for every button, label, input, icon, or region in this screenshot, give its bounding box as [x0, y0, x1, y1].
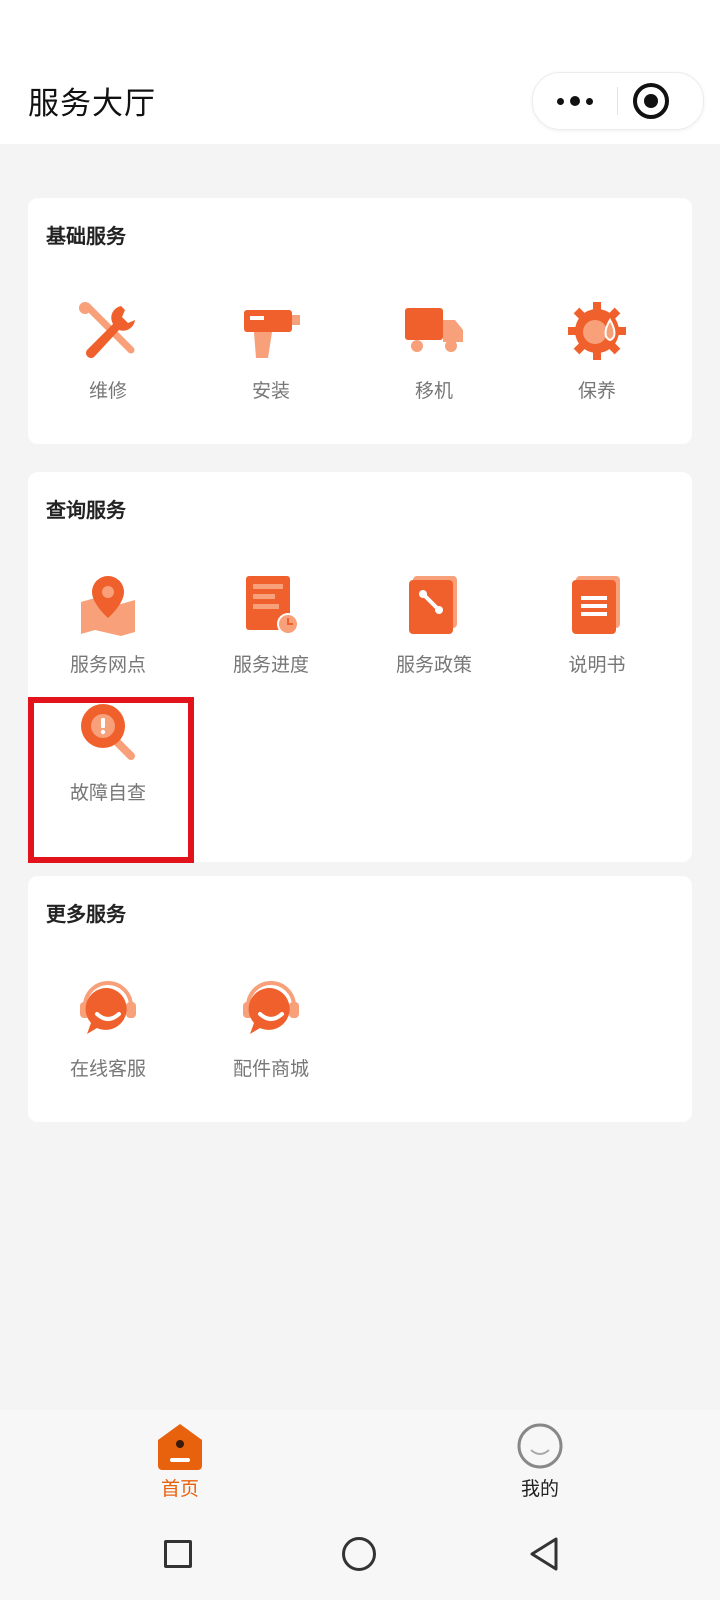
map-pin-icon	[81, 576, 135, 636]
profile-icon	[517, 1423, 563, 1469]
top-bar: 服务大厅	[0, 0, 720, 144]
close-mini-program-icon[interactable]	[633, 83, 669, 119]
home-button-icon[interactable]	[342, 1537, 376, 1571]
section-basic-services: 基础服务 维修 安装 移机 保养	[28, 198, 692, 444]
service-label: 在线客服	[69, 1058, 146, 1080]
service-label: 移机	[414, 380, 453, 402]
service-label: 安装	[251, 380, 290, 402]
service-item-service-outlets[interactable]: 服务网点	[28, 572, 188, 677]
tab-label: 首页	[160, 1478, 199, 1500]
service-label: 服务政策	[395, 654, 472, 676]
home-icon	[158, 1424, 202, 1470]
recent-apps-icon[interactable]	[164, 1540, 192, 1568]
service-item-service-progress[interactable]: 服务进度	[191, 572, 351, 677]
customer-service-icon	[243, 981, 299, 1034]
service-label: 保养	[577, 380, 616, 402]
service-item-manual[interactable]: 说明书	[517, 572, 677, 677]
progress-clock-icon	[246, 576, 299, 635]
tab-label: 我的	[520, 1478, 559, 1500]
bottom-tab-bar: 首页 我的	[0, 1410, 720, 1510]
service-item-service-policy[interactable]: 服务政策	[354, 572, 514, 677]
section-title: 基础服务	[46, 224, 126, 248]
service-label: 说明书	[568, 654, 626, 676]
back-icon[interactable]	[528, 1536, 560, 1572]
service-label: 维修	[88, 380, 127, 402]
section-more-services: 更多服务 在线客服 配件商城	[28, 876, 692, 1122]
tab-home[interactable]: 首页	[120, 1420, 240, 1501]
customer-service-icon	[80, 981, 136, 1034]
policy-book-icon	[409, 576, 457, 634]
manual-icon	[572, 576, 620, 634]
more-options-icon[interactable]	[533, 73, 617, 129]
page-title: 服务大厅	[28, 86, 156, 122]
tab-mine[interactable]: 我的	[480, 1420, 600, 1501]
drill-icon	[244, 310, 300, 358]
service-label: 服务进度	[232, 654, 309, 676]
service-item-maintenance[interactable]: 保养	[517, 298, 677, 403]
capsule-divider	[617, 87, 618, 115]
service-label: 服务网点	[69, 654, 146, 676]
truck-icon	[405, 308, 463, 352]
gear-drop-icon	[568, 302, 626, 360]
wrench-screwdriver-icon	[79, 302, 135, 358]
section-title: 更多服务	[46, 902, 126, 926]
service-item-relocate[interactable]: 移机	[354, 298, 514, 403]
service-item-install[interactable]: 安装	[191, 298, 351, 403]
mini-program-capsule	[532, 72, 704, 130]
service-label: 配件商城	[232, 1058, 309, 1080]
section-title: 查询服务	[46, 498, 126, 522]
system-navigation-bar	[0, 1510, 720, 1600]
service-item-parts-mall[interactable]: 配件商城	[191, 976, 351, 1081]
highlight-box	[28, 697, 194, 863]
service-item-repair[interactable]: 维修	[28, 298, 188, 403]
service-item-online-support[interactable]: 在线客服	[28, 976, 188, 1081]
